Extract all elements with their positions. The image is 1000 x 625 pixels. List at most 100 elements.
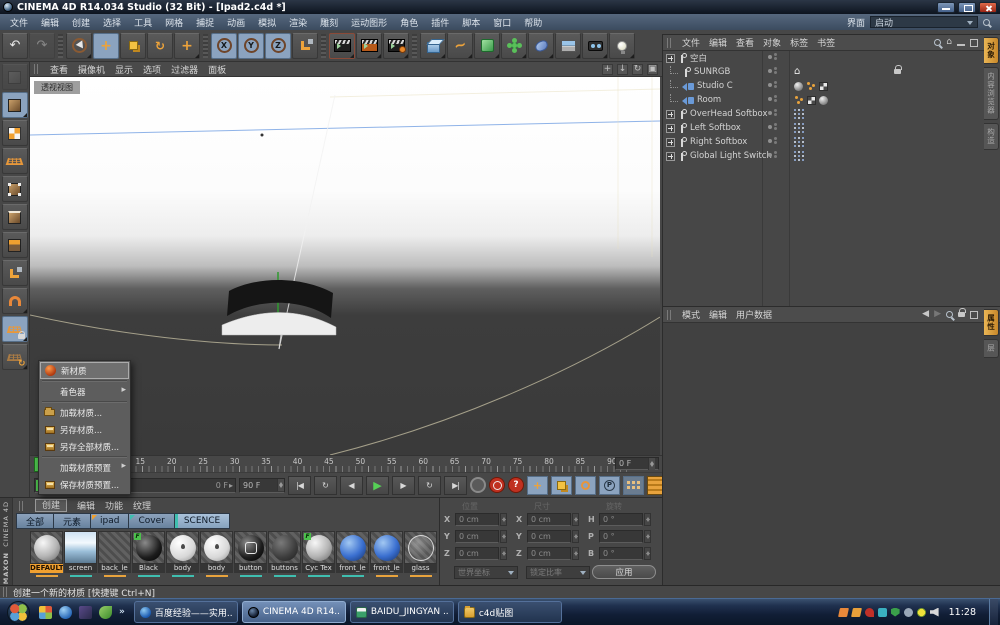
menu-plugins[interactable]: 插件 (431, 16, 449, 29)
goto-start-button[interactable] (288, 476, 311, 495)
texture-tag-icon[interactable] (819, 82, 828, 91)
object-row-room[interactable]: Room (663, 93, 984, 107)
menu-item-shader[interactable]: 着色器 (40, 383, 129, 400)
tab-content-browser[interactable]: 内容浏览器 (984, 67, 999, 120)
start-button[interactable] (7, 601, 30, 624)
render-settings-button[interactable] (383, 33, 409, 59)
uv-mode-button[interactable] (2, 148, 28, 174)
material-item[interactable]: FBlack (132, 531, 165, 577)
om-menu-bookmarks[interactable]: 书签 (817, 36, 835, 49)
menu-character[interactable]: 角色 (400, 16, 418, 29)
update-icon[interactable] (917, 608, 926, 617)
visibility-dots[interactable] (768, 95, 777, 102)
spinner-icon[interactable] (644, 530, 651, 543)
next-frame-button[interactable] (392, 476, 415, 495)
material-item[interactable]: FCyc Tex (302, 531, 335, 577)
browser-icon[interactable] (59, 606, 72, 619)
viewport-menu-display[interactable]: 显示 (115, 63, 133, 76)
expand-icon[interactable] (666, 54, 675, 63)
grip-handle[interactable] (34, 64, 40, 74)
spinner-icon[interactable] (500, 513, 507, 526)
goto-end-button[interactable] (444, 476, 467, 495)
model-mode-button[interactable] (2, 92, 28, 118)
live-selection-tool[interactable] (66, 33, 92, 59)
back-arrow-icon[interactable]: ◀ (922, 310, 929, 319)
spinner-icon[interactable] (644, 513, 651, 526)
panel-icon[interactable] (970, 39, 978, 47)
composite-tag-icon[interactable] (806, 81, 816, 91)
lock-icon[interactable] (958, 312, 965, 317)
material-item[interactable]: front_le (336, 531, 369, 577)
minimize-button[interactable] (937, 2, 955, 13)
viewport-camera-label[interactable]: 透视视图 (34, 81, 80, 94)
menu-window[interactable]: 窗口 (493, 16, 511, 29)
material-menu-function[interactable]: 功能 (105, 499, 123, 512)
tray-icon[interactable] (878, 608, 887, 617)
lock-y-axis-button[interactable]: Y (238, 33, 264, 59)
key-parameter-toggle[interactable]: P (599, 476, 620, 495)
grip-handle[interactable] (667, 310, 673, 320)
visibility-dots[interactable] (768, 81, 777, 88)
apply-button[interactable]: 应用 (592, 565, 656, 579)
edges-mode-button[interactable] (2, 204, 28, 230)
size-x-field[interactable]: X0 cm (516, 513, 579, 526)
tab-scence[interactable]: SCENCE (174, 513, 230, 529)
current-frame-field[interactable]: 0 F (615, 457, 659, 470)
undo-button[interactable]: ↶ (2, 33, 28, 59)
om-menu-edit[interactable]: 编辑 (709, 36, 727, 49)
menu-tools[interactable]: 工具 (134, 16, 152, 29)
loop-button[interactable] (418, 476, 441, 495)
size-mode-dropdown[interactable]: 锁定比率 (526, 566, 590, 579)
expand-icon[interactable] (666, 138, 675, 147)
object-row-left-softbox[interactable]: Left Softbox (663, 121, 984, 135)
visibility-dots[interactable] (768, 151, 777, 158)
tray-icon[interactable] (851, 608, 862, 617)
taskbar-button-baidu-jingyan[interactable]: 百度经验——实用... (134, 601, 238, 623)
add-environment-button[interactable] (555, 33, 581, 59)
om-menu-tags[interactable]: 标签 (790, 36, 808, 49)
attr-menu-mode[interactable]: 模式 (682, 308, 700, 321)
menu-item-load-material[interactable]: 加载材质... (40, 404, 129, 421)
om-menu-objects[interactable]: 对象 (763, 36, 781, 49)
autokey-button[interactable] (489, 477, 505, 493)
xpresso-tag-icon[interactable] (794, 109, 796, 111)
interface-dropdown[interactable]: 启动 (870, 16, 978, 28)
menu-animate[interactable]: 动画 (227, 16, 245, 29)
object-row-sunrgb[interactable]: SUNRGB ⌂ (663, 65, 984, 79)
coordinate-system-button[interactable] (292, 33, 318, 59)
material-item[interactable]: glass (404, 531, 437, 577)
material-menu-edit[interactable]: 编辑 (77, 499, 95, 512)
material-menu-texture[interactable]: 纹理 (133, 499, 151, 512)
material-item[interactable]: DEFAULT (30, 531, 63, 577)
taskbar-button-cinema4d[interactable]: CINEMA 4D R14.... (242, 601, 346, 623)
search-icon[interactable] (946, 311, 953, 318)
rotate-view-icon[interactable]: ↻ (632, 64, 643, 75)
material-item[interactable]: button (234, 531, 267, 577)
protection-tag-icon[interactable] (894, 69, 901, 74)
search-icon[interactable] (983, 19, 990, 26)
om-menu-view[interactable]: 查看 (736, 36, 754, 49)
pan-view-icon[interactable]: + (602, 64, 613, 75)
spinner-icon[interactable] (277, 479, 284, 491)
expand-icon[interactable] (666, 110, 675, 119)
home-icon[interactable]: ⌂ (946, 38, 952, 47)
maximize-view-icon[interactable]: ▣ (647, 64, 658, 75)
spinner-icon[interactable] (648, 458, 655, 470)
add-generator-button[interactable] (474, 33, 500, 59)
rotation-p-field[interactable]: P0 ° (588, 530, 651, 543)
menu-item-new-material[interactable]: 新材质 (40, 362, 129, 379)
shield-icon[interactable] (891, 608, 900, 617)
material-item[interactable]: buttons (268, 531, 301, 577)
quick-launch-icon[interactable] (99, 606, 112, 619)
rotation-b-field[interactable]: B0 ° (588, 547, 651, 560)
search-icon[interactable] (934, 39, 941, 46)
object-row-empty-null[interactable]: 空白 (663, 51, 984, 65)
viewport-menu-filter[interactable]: 过滤器 (171, 63, 198, 76)
planar-workplane-button[interactable]: ↻ (2, 344, 28, 370)
polygons-mode-button[interactable] (2, 232, 28, 258)
key-pla-toggle[interactable] (623, 476, 644, 495)
play-button[interactable] (366, 476, 389, 495)
add-spline-button[interactable]: ~ (447, 33, 473, 59)
taskbar-button-baidu-folder[interactable]: BAIDU_JINGYAN ... (350, 601, 454, 623)
material-item[interactable]: back_le (98, 531, 131, 577)
